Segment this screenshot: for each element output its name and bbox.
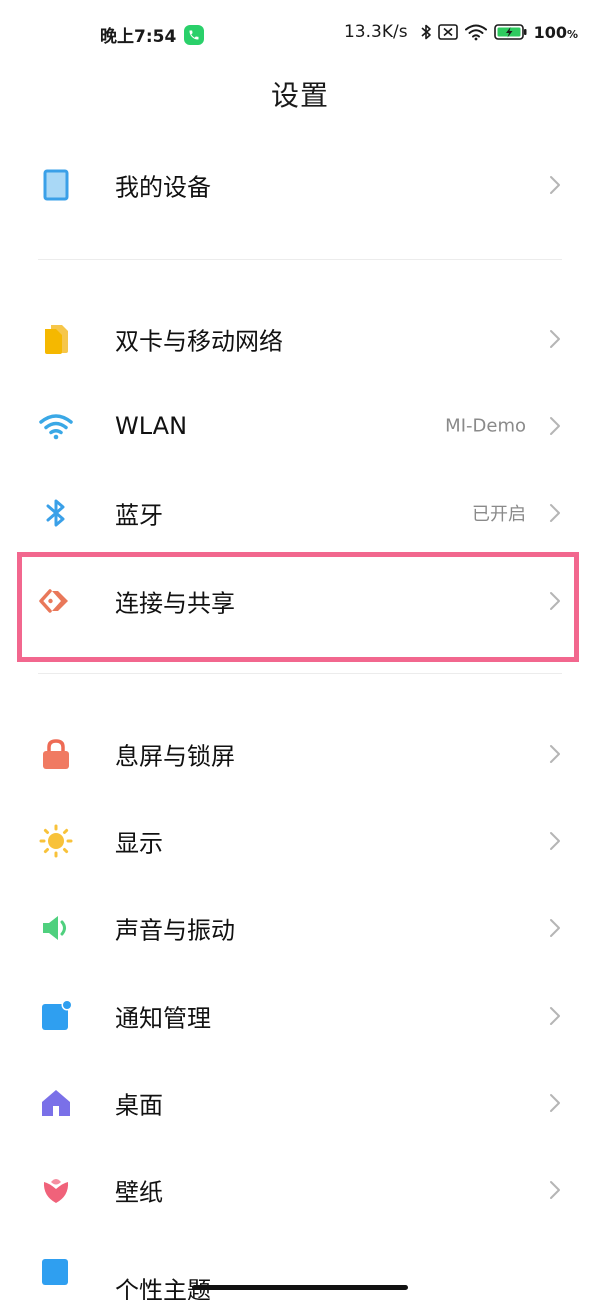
- settings-item-label: 通知管理: [115, 1004, 211, 1032]
- status-time: 晚上7:54: [100, 27, 177, 47]
- speaker-icon: [38, 910, 74, 946]
- settings-item-sim[interactable]: 双卡与移动网络: [0, 295, 600, 382]
- wifi-status-icon: [464, 23, 488, 41]
- bluetooth-status: 已开启: [472, 503, 526, 525]
- home-icon: [38, 1085, 74, 1121]
- wifi-icon: [38, 408, 74, 444]
- settings-item-sound[interactable]: 声音与振动: [0, 884, 600, 971]
- battery-charging-icon: [493, 23, 528, 41]
- notification-icon: [38, 998, 74, 1034]
- status-left: 晚上7:54: [100, 22, 205, 47]
- call-badge-icon: [184, 24, 205, 45]
- wlan-network-name: MI-Demo: [445, 415, 526, 436]
- connection-share-icon: [38, 583, 74, 619]
- sim-card-icon: [38, 321, 74, 357]
- lock-icon: [38, 736, 74, 772]
- status-bar: 晚上7:54 13.3K/s 100%: [0, 0, 600, 70]
- no-sim-icon: [437, 24, 458, 40]
- settings-item-label: 息屏与锁屏: [115, 742, 235, 770]
- settings-item-my-device[interactable]: 我的设备: [0, 141, 600, 228]
- settings-item-notifications[interactable]: 通知管理: [0, 972, 600, 1059]
- settings-item-themes[interactable]: 个性主题: [0, 1234, 600, 1300]
- sun-icon: [38, 823, 74, 859]
- chevron-right-icon: [548, 743, 562, 765]
- section-divider: [38, 673, 562, 674]
- navigation-handle[interactable]: [192, 1285, 408, 1290]
- battery-percent-unit: %: [566, 27, 578, 41]
- chevron-right-icon: [548, 917, 562, 939]
- settings-item-label: 壁纸: [115, 1178, 163, 1206]
- tablet-icon: [38, 167, 74, 203]
- battery-percent: 100%: [534, 23, 578, 42]
- bluetooth-status-icon: [420, 23, 432, 41]
- settings-item-label: WLAN: [115, 411, 188, 440]
- settings-item-label: 桌面: [115, 1091, 163, 1119]
- battery-percent-value: 100: [533, 22, 567, 42]
- settings-item-lock-screen[interactable]: 息屏与锁屏: [0, 710, 600, 797]
- network-speed: 13.3K/s: [343, 22, 408, 42]
- settings-item-connection-sharing[interactable]: 连接与共享: [0, 557, 600, 644]
- settings-item-display[interactable]: 显示: [0, 797, 600, 884]
- chevron-right-icon: [548, 328, 562, 350]
- theme-icon: [38, 1254, 74, 1290]
- chevron-right-icon: [548, 830, 562, 852]
- settings-item-label: 连接与共享: [115, 589, 235, 617]
- bluetooth-icon: [38, 495, 74, 531]
- chevron-right-icon: [548, 415, 562, 437]
- chevron-right-icon: [548, 1092, 562, 1114]
- page-title: 设置: [270, 79, 329, 112]
- settings-item-label: 声音与振动: [115, 916, 235, 944]
- section-divider: [38, 259, 562, 260]
- chevron-right-icon: [548, 590, 562, 612]
- settings-item-home-screen[interactable]: 桌面: [0, 1059, 600, 1146]
- settings-item-wlan[interactable]: WLAN MI-Demo: [0, 382, 600, 469]
- settings-item-wallpaper[interactable]: 壁纸: [0, 1146, 600, 1233]
- status-right: 13.3K/s 100%: [344, 22, 578, 42]
- chevron-right-icon: [548, 1179, 562, 1201]
- chevron-right-icon: [548, 1005, 562, 1027]
- settings-item-bluetooth[interactable]: 蓝牙 已开启: [0, 469, 600, 556]
- settings-item-label: 双卡与移动网络: [115, 327, 283, 355]
- settings-item-label: 显示: [115, 829, 163, 857]
- chevron-right-icon: [548, 174, 562, 196]
- settings-item-label: 我的设备: [115, 173, 211, 201]
- flower-icon: [38, 1172, 74, 1208]
- settings-item-label: 蓝牙: [115, 501, 163, 529]
- chevron-right-icon: [548, 502, 562, 524]
